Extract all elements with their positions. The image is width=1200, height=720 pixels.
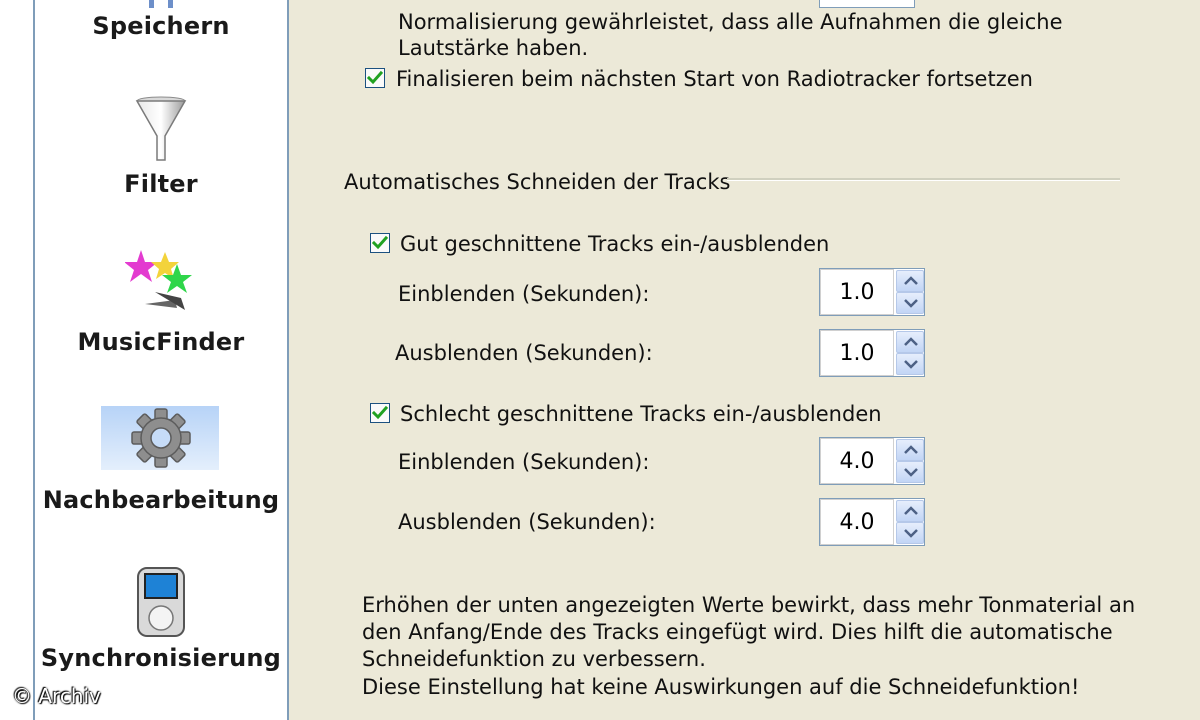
sidebar-edge <box>0 0 35 720</box>
sidebar-item-label: Synchronisierung <box>40 644 282 672</box>
sidebar-item-label: Filter <box>124 170 198 198</box>
spin-down-button[interactable] <box>896 292 924 314</box>
info-text: Erhöhen der unten angezeigten Werte bewi… <box>362 593 1136 617</box>
spin-down-button[interactable] <box>896 353 924 375</box>
bad-fade-in-spinner[interactable]: 4.0 <box>819 437 925 485</box>
finalize-checkbox[interactable] <box>365 68 385 88</box>
bad-fade-out-spinner[interactable]: 4.0 <box>819 498 925 546</box>
cutting-group-title: Automatisches Schneiden der Tracks <box>344 170 731 194</box>
sidebar-item-speichern[interactable]: Speichern <box>35 0 287 50</box>
sidebar-item-nachbearbeitung[interactable]: Nachbearbeitung <box>35 406 287 516</box>
finalize-label[interactable]: Finalisieren beim nächsten Start von Rad… <box>396 67 1033 91</box>
media-player-icon <box>136 566 186 642</box>
bad-cut-fade-label[interactable]: Schlecht geschnittene Tracks ein-/ausble… <box>400 402 882 426</box>
sidebar-item-synchronisierung[interactable]: Synchronisierung <box>35 564 287 674</box>
spin-up-button[interactable] <box>896 439 924 461</box>
good-cut-fade-label[interactable]: Gut geschnittene Tracks ein-/ausblenden <box>400 232 829 256</box>
bad-fade-in-label: Einblenden (Sekunden): <box>398 450 650 474</box>
good-fade-in-spinner[interactable]: 1.0 <box>819 268 925 316</box>
bad-fade-out-value[interactable]: 4.0 <box>820 499 894 545</box>
group-divider <box>727 178 1120 181</box>
spin-up-button[interactable] <box>896 331 924 353</box>
sidebar-item-label: MusicFinder <box>77 328 245 356</box>
sidebar-nav: Speichern Filter MusicFinder Nachbearbei… <box>35 0 289 720</box>
good-fade-out-spinner[interactable]: 1.0 <box>819 329 925 377</box>
spin-up-button[interactable] <box>896 500 924 522</box>
sidebar-item-label: Speichern <box>92 12 230 40</box>
gear-icon <box>129 408 193 472</box>
good-fade-in-value[interactable]: 1.0 <box>820 269 894 315</box>
info-text: Diese Einstellung hat keine Auswirkungen… <box>362 675 1080 699</box>
funnel-icon <box>135 96 187 168</box>
good-fade-in-label: Einblenden (Sekunden): <box>398 282 650 306</box>
stars-icon <box>124 248 197 318</box>
normalization-description: Normalisierung gewährleistet, dass alle … <box>398 10 1063 34</box>
info-text: Schneidefunktion zu verbessern. <box>362 647 706 671</box>
settings-panel: Normalisierung gewährleistet, dass alle … <box>289 0 1200 720</box>
good-cut-fade-checkbox[interactable] <box>370 233 390 253</box>
good-fade-out-value[interactable]: 1.0 <box>820 330 894 376</box>
good-fade-out-label: Ausblenden (Sekunden): <box>395 341 653 365</box>
normalization-level-input[interactable] <box>819 0 915 8</box>
bad-fade-out-label: Ausblenden (Sekunden): <box>398 510 656 534</box>
sidebar-item-filter[interactable]: Filter <box>35 90 287 200</box>
info-text: den Anfang/Ende des Tracks eingefügt wir… <box>362 620 1113 644</box>
sidebar-item-label: Nachbearbeitung <box>42 486 280 514</box>
sidebar-item-musicfinder[interactable]: MusicFinder <box>35 248 287 358</box>
spin-down-button[interactable] <box>896 522 924 544</box>
normalization-description: Lautstärke haben. <box>398 36 589 60</box>
spin-down-button[interactable] <box>896 461 924 483</box>
copyright-watermark: © Archiv <box>12 684 101 708</box>
bad-fade-in-value[interactable]: 4.0 <box>820 438 894 484</box>
spin-up-button[interactable] <box>896 270 924 292</box>
bad-cut-fade-checkbox[interactable] <box>370 403 390 423</box>
